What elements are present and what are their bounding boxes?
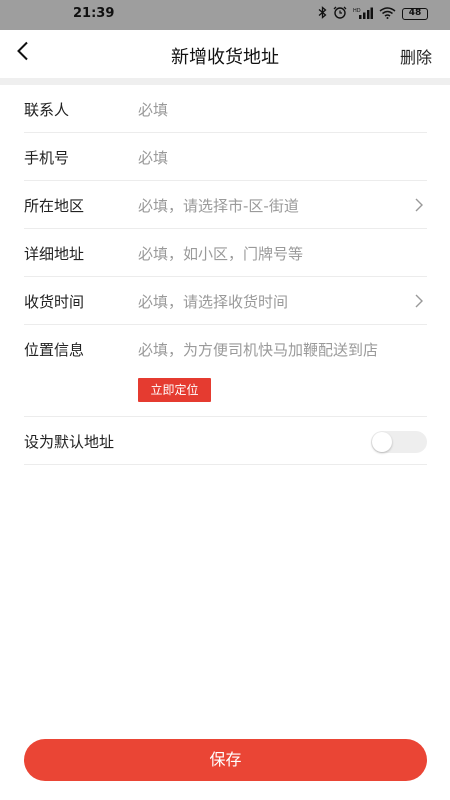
location-input[interactable]: 必填，为方便司机快马加鞭配送到店 xyxy=(138,339,378,360)
default-address-row: 设为默认地址 xyxy=(24,417,427,465)
chevron-right-icon xyxy=(413,293,425,309)
location-label: 位置信息 xyxy=(24,341,85,359)
address-label: 详细地址 xyxy=(24,245,85,263)
contact-input[interactable]: 必填 xyxy=(138,99,168,120)
toggle-knob xyxy=(372,432,392,452)
bluetooth-icon xyxy=(318,6,327,22)
region-label: 所在地区 xyxy=(24,197,85,215)
address-form: 联系人 必填 手机号 必填 所在地区 必填，请选择市-区-街道 详细地址 必填，… xyxy=(24,85,427,465)
status-time: 21:39 xyxy=(73,6,115,21)
battery-icon: 48 xyxy=(402,8,428,20)
address-input[interactable]: 必填，如小区，门牌号等 xyxy=(138,243,303,264)
address-row[interactable]: 详细地址 必填，如小区，门牌号等 xyxy=(24,229,427,277)
phone-label: 手机号 xyxy=(24,149,70,167)
chevron-right-icon xyxy=(413,197,425,213)
delivery-time-row[interactable]: 收货时间 必填，请选择收货时间 xyxy=(24,277,427,325)
default-address-label: 设为默认地址 xyxy=(24,433,115,451)
signal-icon: HD xyxy=(353,7,373,22)
default-address-toggle[interactable] xyxy=(371,431,427,453)
nav-bar: 新增收货地址 删除 xyxy=(0,30,450,78)
wifi-icon xyxy=(379,6,396,22)
locate-now-button[interactable]: 立即定位 xyxy=(138,378,211,402)
contact-label: 联系人 xyxy=(24,101,70,119)
phone-row[interactable]: 手机号 必填 xyxy=(24,133,427,181)
phone-input[interactable]: 必填 xyxy=(138,147,168,168)
section-divider xyxy=(0,78,450,85)
save-button[interactable]: 保存 xyxy=(24,739,427,781)
region-row[interactable]: 所在地区 必填，请选择市-区-街道 xyxy=(24,181,427,229)
location-row: 位置信息 必填，为方便司机快马加鞭配送到店 立即定位 xyxy=(24,325,427,417)
page-title: 新增收货地址 xyxy=(171,47,279,68)
alarm-icon xyxy=(333,6,347,22)
contact-row[interactable]: 联系人 必填 xyxy=(24,85,427,133)
status-icons: HD 48 xyxy=(318,6,428,22)
delivery-time-label: 收货时间 xyxy=(24,293,85,311)
delete-button[interactable]: 删除 xyxy=(400,44,432,68)
status-bar: 21:39 HD 48 xyxy=(0,0,450,30)
svg-text:HD: HD xyxy=(353,8,361,14)
region-select[interactable]: 必填，请选择市-区-街道 xyxy=(138,195,299,216)
delivery-time-select[interactable]: 必填，请选择收货时间 xyxy=(138,291,288,312)
